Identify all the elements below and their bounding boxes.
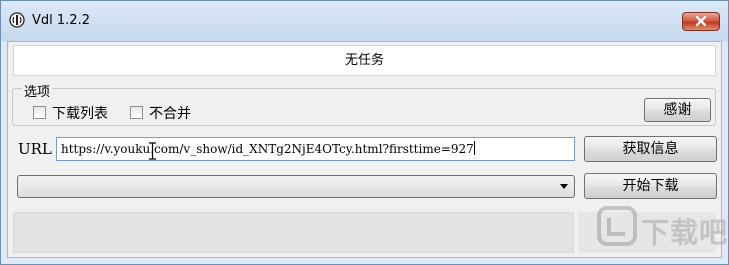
format-dropdown[interactable] bbox=[17, 175, 575, 198]
get-info-button[interactable]: 获取信息 bbox=[584, 136, 717, 162]
no-merge-checkbox[interactable] bbox=[130, 106, 143, 119]
app-window: Vdl 1.2.2 无任务 选项 下载列表 不合并 感谢 URL https:/… bbox=[0, 0, 729, 265]
close-icon bbox=[695, 15, 707, 27]
url-label: URL bbox=[18, 140, 52, 158]
text-caret bbox=[473, 141, 475, 155]
status-display: 无任务 bbox=[13, 45, 716, 76]
window-title: Vdl 1.2.2 bbox=[32, 13, 90, 28]
no-merge-label[interactable]: 不合并 bbox=[149, 103, 191, 123]
thanks-button[interactable]: 感谢 bbox=[644, 98, 711, 122]
url-input[interactable]: https://v.youku.com/v_show/id_XNTg2NjE4O… bbox=[56, 137, 575, 161]
chevron-down-icon bbox=[560, 184, 568, 189]
options-group-label: 选项 bbox=[22, 81, 53, 100]
options-groupbox bbox=[12, 88, 716, 126]
download-list-checkbox[interactable] bbox=[33, 106, 46, 119]
url-input-text: https://v.youku.com/v_show/id_XNTg2NjE4O… bbox=[61, 142, 474, 156]
watermark-logo-icon bbox=[597, 206, 637, 246]
start-download-button[interactable]: 开始下载 bbox=[584, 173, 717, 199]
title-bar[interactable]: Vdl 1.2.2 bbox=[1, 1, 728, 41]
progress-area bbox=[13, 212, 574, 253]
app-logo-icon bbox=[9, 12, 25, 28]
ibeam-cursor-icon bbox=[149, 142, 156, 160]
close-button[interactable] bbox=[682, 12, 720, 31]
download-list-label[interactable]: 下载列表 bbox=[52, 103, 108, 123]
watermark-text: 下载吧 bbox=[641, 216, 729, 249]
